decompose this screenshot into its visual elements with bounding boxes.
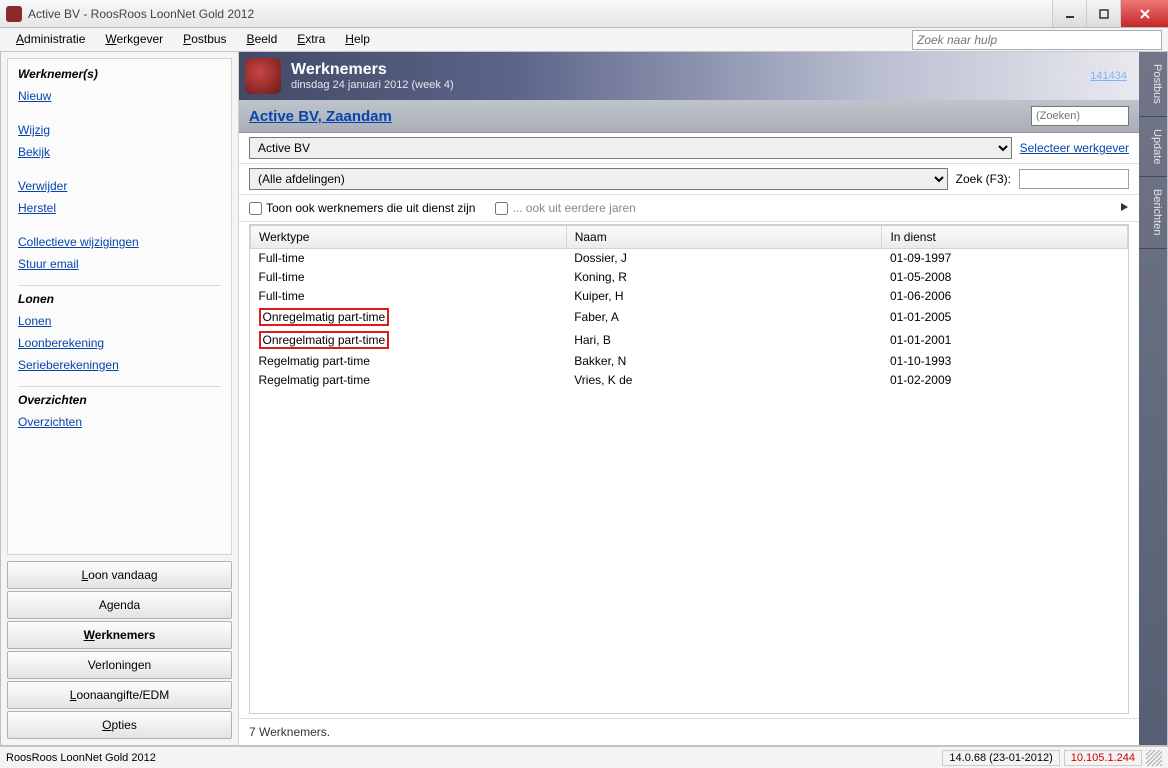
check-eerdere[interactable]: ... ook uit eerdere jaren (495, 201, 635, 215)
employees-table: Werktype Naam In dienst Full-timeDossier… (250, 225, 1128, 390)
tab-update[interactable]: Update (1139, 117, 1167, 177)
tab-berichten[interactable]: Berichten (1139, 177, 1167, 248)
link-herstel[interactable]: Herstel (18, 197, 221, 219)
window-titlebar: Active BV - RoosRoos LoonNet Gold 2012 (0, 0, 1168, 28)
tab-postbus[interactable]: Postbus (1139, 52, 1167, 117)
link-collectieve[interactable]: Collectieve wijzigingen (18, 231, 221, 253)
klantnr-link[interactable]: 141434 (1090, 70, 1127, 82)
table-row[interactable]: Onregelmatig part-timeFaber, A01-01-2005 (251, 306, 1128, 329)
sidebar-panel: Werknemer(s) Nieuw Wijzig Bekijk Verwijd… (7, 58, 232, 555)
btn-agenda[interactable]: Agenda (7, 591, 232, 619)
col-naam[interactable]: Naam (566, 226, 882, 249)
statusbar: RoosRoos LoonNet Gold 2012 14.0.68 (23-0… (0, 746, 1168, 768)
menu-werkgever[interactable]: Werkgever (95, 28, 173, 51)
menu-help[interactable]: Help (335, 28, 380, 51)
werkgever-bar: Active BV Selecteer werkgever (239, 133, 1139, 164)
sidebar: Werknemer(s) Nieuw Wijzig Bekijk Verwijd… (1, 52, 239, 745)
section-werknemers: Werknemer(s) (18, 67, 221, 81)
table-row[interactable]: Onregelmatig part-timeHari, B01-01-2001 (251, 329, 1128, 352)
menubar: Administratie Werkgever Postbus Beeld Ex… (0, 28, 1168, 52)
btn-opties[interactable]: Opties (7, 711, 232, 739)
header-icon (245, 58, 281, 94)
menu-beeld[interactable]: Beeld (237, 28, 288, 51)
afdeling-select[interactable]: (Alle afdelingen) (249, 168, 948, 190)
play-button[interactable] (1119, 201, 1129, 215)
page-date: dinsdag 24 januari 2012 (week 4) (291, 79, 454, 91)
app-icon (6, 6, 22, 22)
content-header: Werknemers dinsdag 24 januari 2012 (week… (239, 52, 1139, 100)
table-row[interactable]: Regelmatig part-timeBakker, N01-10-1993 (251, 352, 1128, 371)
resize-grip-icon[interactable] (1146, 750, 1162, 766)
table-row[interactable]: Full-timeDossier, J01-09-1997 (251, 249, 1128, 268)
col-werktype[interactable]: Werktype (251, 226, 567, 249)
link-loonberekening[interactable]: Loonberekening (18, 332, 221, 354)
zoek-label: Zoek (F3): (956, 172, 1011, 186)
link-overzichten[interactable]: Overzichten (18, 411, 221, 433)
subheader-search[interactable] (1031, 106, 1129, 126)
check-uitdienst[interactable]: Toon ook werknemers die uit dienst zijn (249, 201, 475, 215)
company-link[interactable]: Active BV, Zaandam (249, 108, 392, 125)
link-lonen[interactable]: Lonen (18, 310, 221, 332)
status-version: 14.0.68 (23-01-2012) (942, 750, 1059, 766)
subheader: Active BV, Zaandam (239, 100, 1139, 133)
btn-loonaangifte[interactable]: Loonaangifte/EDM (7, 681, 232, 709)
page-title: Werknemers (291, 61, 454, 79)
maximize-button[interactable] (1086, 0, 1120, 27)
section-overzichten: Overzichten (18, 393, 221, 407)
minimize-button[interactable] (1052, 0, 1086, 27)
zoek-input[interactable] (1019, 169, 1129, 189)
link-wijzig[interactable]: Wijzig (18, 119, 221, 141)
employees-table-wrap: Werktype Naam In dienst Full-timeDossier… (249, 224, 1129, 714)
main-area: Werknemers dinsdag 24 januari 2012 (week… (239, 52, 1139, 745)
link-verwijder[interactable]: Verwijder (18, 175, 221, 197)
menu-administratie[interactable]: Administratie (6, 28, 95, 51)
btn-loon-vandaag[interactable]: Loon vandaag (7, 561, 232, 589)
table-row[interactable]: Regelmatig part-timeVries, K de01-02-200… (251, 371, 1128, 390)
link-serieberekeningen[interactable]: Serieberekeningen (18, 354, 221, 376)
col-indienst[interactable]: In dienst (882, 226, 1128, 249)
window-title: Active BV - RoosRoos LoonNet Gold 2012 (28, 7, 254, 21)
link-nieuw[interactable]: Nieuw (18, 85, 221, 107)
help-search-input[interactable] (912, 30, 1162, 50)
checkbox-row: Toon ook werknemers die uit dienst zijn … (239, 195, 1139, 222)
table-footer: 7 Werknemers. (239, 718, 1139, 745)
afdeling-bar: (Alle afdelingen) Zoek (F3): (239, 164, 1139, 195)
sidebar-nav-buttons: Loon vandaag Agenda Werknemers Verloning… (7, 561, 232, 739)
table-row[interactable]: Full-timeKoning, R01-05-2008 (251, 268, 1128, 287)
status-product: RoosRoos LoonNet Gold 2012 (6, 752, 156, 764)
close-button[interactable] (1120, 0, 1168, 27)
menu-postbus[interactable]: Postbus (173, 28, 236, 51)
right-tabs: Postbus Update Berichten (1139, 52, 1167, 745)
link-bekijk[interactable]: Bekijk (18, 141, 221, 163)
status-ip: 10.105.1.244 (1064, 750, 1142, 766)
werkgever-select[interactable]: Active BV (249, 137, 1012, 159)
link-stuur-email[interactable]: Stuur email (18, 253, 221, 275)
menu-extra[interactable]: Extra (287, 28, 335, 51)
selecteer-werkgever-link[interactable]: Selecteer werkgever (1020, 141, 1129, 155)
section-lonen: Lonen (18, 292, 221, 306)
table-row[interactable]: Full-timeKuiper, H01-06-2006 (251, 287, 1128, 306)
btn-verloningen[interactable]: Verloningen (7, 651, 232, 679)
klantnr: Klantnr: 141434 (1049, 70, 1127, 82)
btn-werknemers[interactable]: Werknemers (7, 621, 232, 649)
